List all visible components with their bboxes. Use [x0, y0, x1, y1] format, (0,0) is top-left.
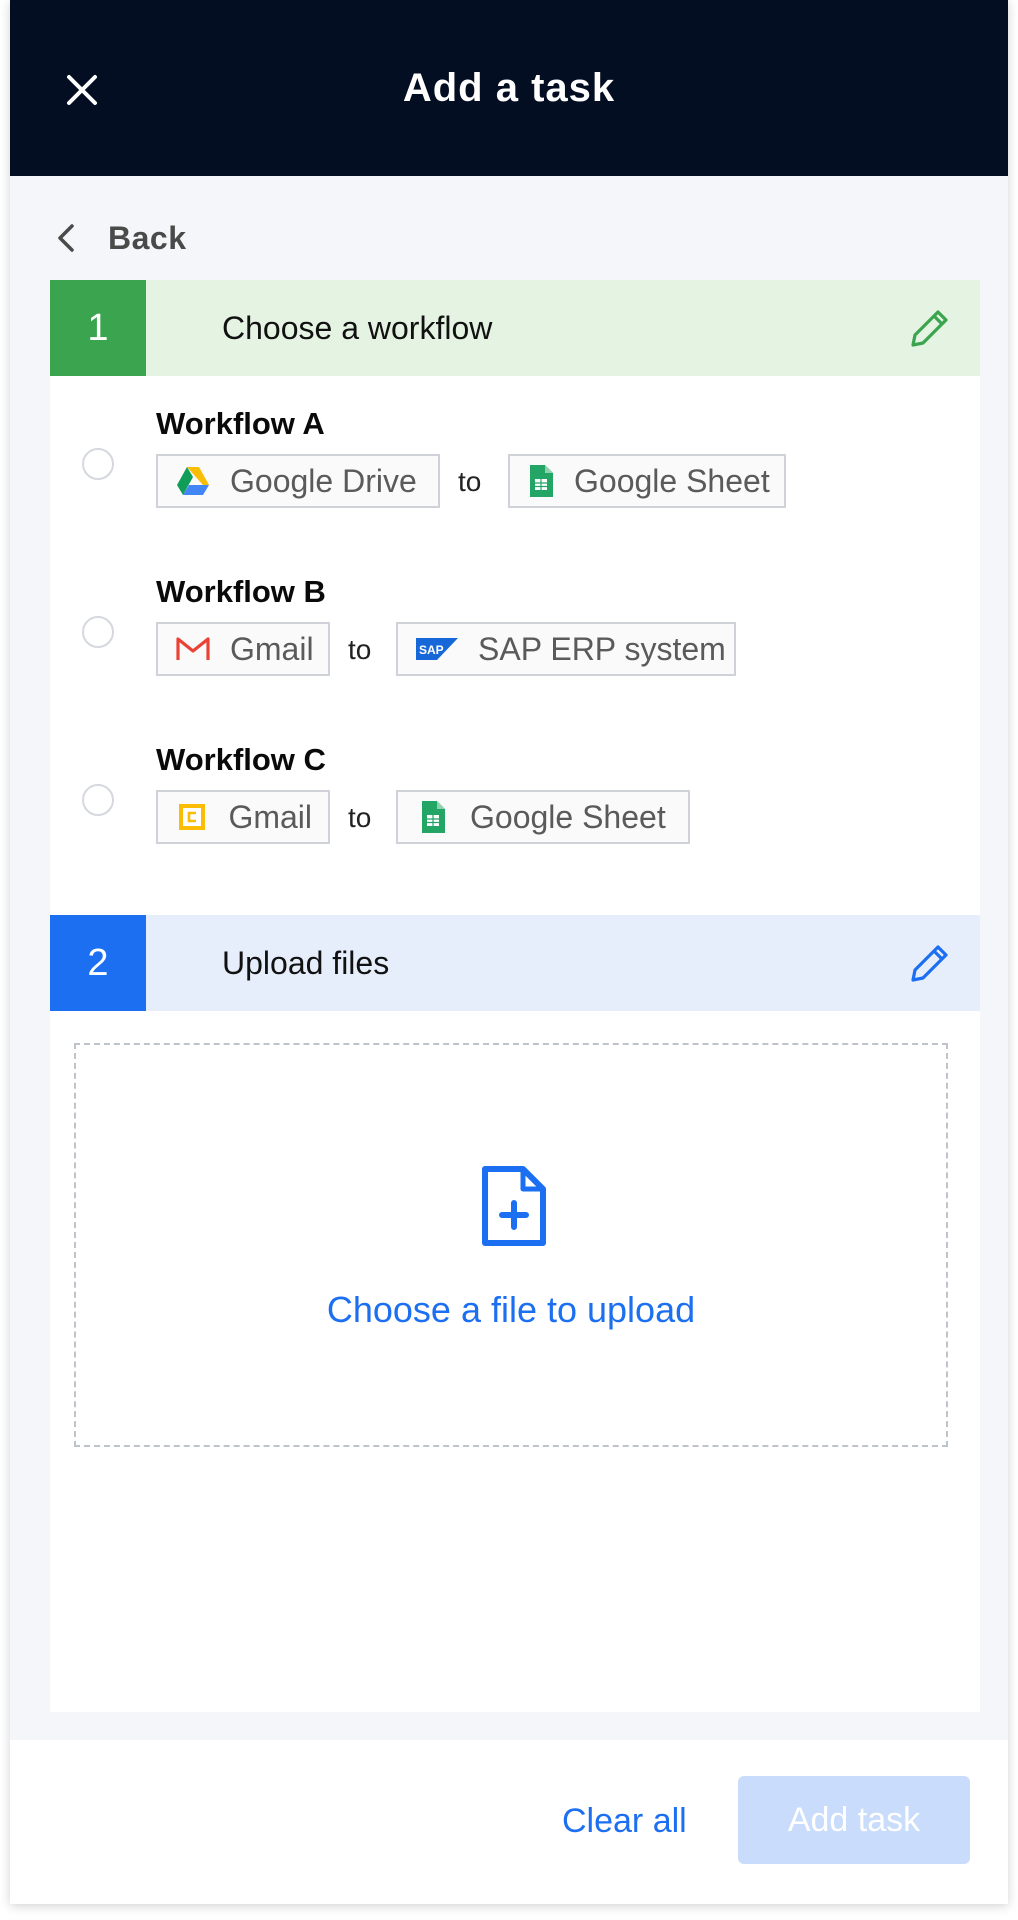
chevron-left-icon: [58, 224, 74, 252]
header: Add a task: [10, 0, 1008, 176]
source-label: Gmail: [228, 798, 312, 835]
connector-text: to: [458, 466, 482, 497]
source-label: Google Drive: [230, 462, 417, 499]
workflow-radio[interactable]: [82, 448, 114, 480]
back-label: Back: [108, 219, 187, 256]
workflow-radio[interactable]: [82, 784, 114, 816]
target-chip: Google Sheet: [396, 790, 690, 844]
step-title: Choose a workflow: [222, 309, 493, 346]
workflow-option-c[interactable]: Workflow C Gmail to Google Sheet: [50, 742, 980, 860]
page-title: Add a task: [402, 66, 616, 110]
target-label: Google Sheet: [574, 462, 770, 499]
target-chip: SAP SAP ERP system: [396, 622, 736, 676]
workflow-option-a[interactable]: Workflow A Google Drive to Google Sheet: [50, 406, 980, 524]
file-dropzone[interactable]: Choose a file to upload: [74, 1043, 948, 1447]
source-chip: Gmail: [156, 790, 330, 844]
footer: Clear all Add task: [10, 1740, 1008, 1904]
sap-icon: SAP: [416, 632, 458, 666]
task-form: 1 Choose a workflow Workflow A Google Dr…: [50, 280, 980, 1712]
clear-all-button[interactable]: Clear all: [562, 1802, 687, 1841]
gmail-icon: [176, 632, 210, 666]
add-task-button[interactable]: Add task: [738, 1776, 970, 1864]
connector-text: to: [348, 634, 372, 665]
step-number: 1: [50, 280, 146, 376]
calendar-icon: [176, 800, 208, 834]
step-number: 2: [50, 915, 146, 1011]
source-chip: Gmail: [156, 622, 330, 676]
pencil-icon: [911, 945, 948, 982]
upload-link[interactable]: Choose a file to upload: [76, 1289, 946, 1331]
source-chip: Google Drive: [156, 454, 440, 508]
pencil-icon: [911, 310, 948, 347]
target-chip: Google Sheet: [508, 454, 786, 508]
step-choose-workflow: 1 Choose a workflow: [50, 280, 980, 376]
target-label: SAP ERP system: [478, 630, 726, 667]
step-upload-files: 2 Upload files: [50, 915, 980, 1011]
workflow-option-b[interactable]: Workflow B Gmail to SAP SAP ERP system: [50, 574, 980, 692]
svg-text:SAP: SAP: [419, 643, 444, 657]
add-task-panel: Add a task Back 1 Choose a workflow Work…: [10, 0, 1008, 1904]
google-drive-icon: [176, 464, 210, 498]
back-button[interactable]: Back: [54, 214, 187, 262]
file-add-icon: [482, 1166, 546, 1246]
workflow-name: Workflow B: [156, 574, 326, 609]
target-label: Google Sheet: [470, 798, 666, 835]
google-sheets-icon: [528, 464, 554, 498]
connector-text: to: [348, 802, 372, 833]
step-title: Upload files: [222, 944, 390, 981]
workflow-name: Workflow C: [156, 742, 326, 777]
google-sheets-icon: [416, 800, 450, 834]
workflow-name: Workflow A: [156, 406, 325, 441]
edit-step-button[interactable]: [908, 306, 952, 350]
edit-step-button[interactable]: [908, 941, 952, 985]
workflow-radio[interactable]: [82, 616, 114, 648]
source-label: Gmail: [230, 630, 314, 667]
